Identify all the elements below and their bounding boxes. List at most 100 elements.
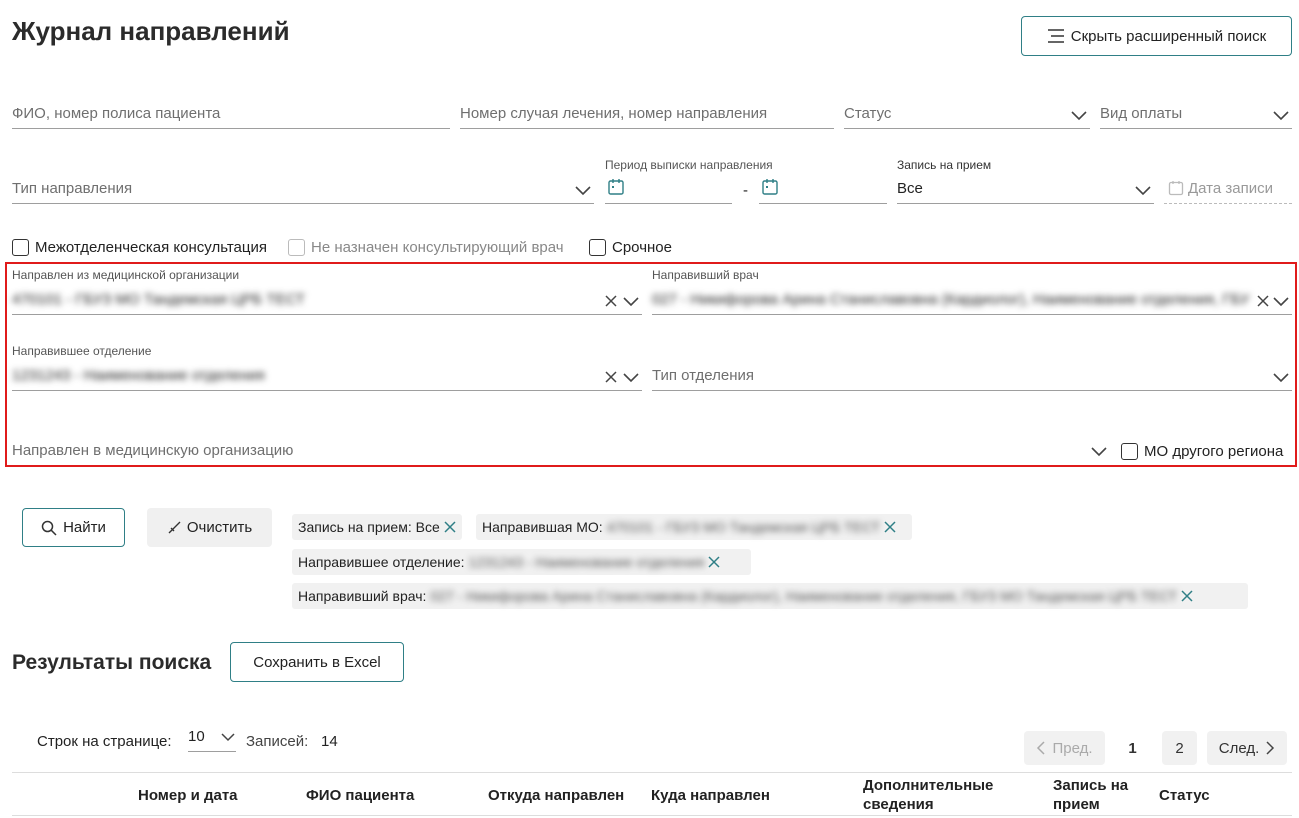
period-end-input[interactable]: [759, 176, 887, 204]
clear-label: Очистить: [186, 519, 253, 536]
case-number-input[interactable]: Номер случая лечения, номер направления: [460, 96, 834, 129]
chevron-down-icon[interactable]: [622, 294, 640, 308]
menu-icon: [1047, 29, 1064, 43]
search-icon: [41, 520, 57, 536]
appointment-date-input[interactable]: Дата записи: [1164, 176, 1292, 204]
page-1-button[interactable]: 1: [1115, 731, 1150, 765]
chip-label: Направившая МО:: [482, 519, 603, 535]
export-excel-button[interactable]: Сохранить в Excel: [230, 642, 404, 682]
chevron-down-icon: [575, 186, 591, 196]
records-label: Записей:: [246, 733, 309, 750]
appointment-value: Все: [897, 180, 923, 197]
appointment-select[interactable]: Все: [897, 176, 1154, 204]
from-org-value: 470101 - ГБУЗ МО Тандемская ЦРБ ТЕСТ: [12, 291, 306, 308]
close-icon[interactable]: [444, 521, 456, 533]
page-title: Журнал направлений: [12, 16, 290, 46]
column-header-number-date[interactable]: Номер и дата: [138, 787, 238, 804]
to-org-select[interactable]: Направлен в медицинскую организацию: [12, 434, 1110, 464]
patient-search-placeholder: ФИО, номер полиса пациента: [12, 105, 221, 122]
from-dept-select[interactable]: Направившее отделение 1231243 - Наименов…: [12, 344, 642, 391]
filter-chip-doctor: Направивший врач: 027 - Никифорова Арина…: [292, 583, 1248, 609]
checkbox-box[interactable]: [1121, 443, 1138, 460]
period-start-input[interactable]: [605, 176, 732, 204]
direction-type-select[interactable]: Тип направления: [12, 170, 594, 204]
close-icon[interactable]: [708, 556, 720, 568]
payment-type-placeholder: Вид оплаты: [1100, 105, 1183, 122]
from-dept-value: 1231243 - Наименование отделения: [12, 367, 265, 384]
chevron-left-icon: [1037, 741, 1045, 755]
column-header-additional[interactable]: Дополнительные сведения: [863, 776, 1013, 814]
column-header-patient[interactable]: ФИО пациента: [306, 787, 414, 804]
find-button[interactable]: Найти: [22, 508, 125, 547]
close-icon[interactable]: [1181, 590, 1193, 602]
prev-page-button[interactable]: Пред.: [1024, 731, 1105, 765]
clear-button[interactable]: Очистить: [147, 508, 272, 547]
next-page-button[interactable]: След.: [1207, 731, 1287, 765]
column-header-status[interactable]: Статус: [1159, 787, 1210, 804]
patient-search-input[interactable]: ФИО, номер полиса пациента: [12, 96, 450, 129]
from-org-select[interactable]: Направлен из медицинской организации 470…: [12, 268, 642, 315]
doctor-label: Направивший врач: [652, 268, 759, 282]
chevron-down-icon[interactable]: [1272, 294, 1290, 308]
no-doctor-label: Не назначен консультирующий врач: [311, 239, 564, 256]
toggle-advanced-search-label: Скрыть расширенный поиск: [1070, 27, 1267, 45]
payment-type-select[interactable]: Вид оплаты: [1100, 96, 1292, 129]
other-region-checkbox[interactable]: МО другого региона: [1121, 443, 1283, 460]
from-dept-label: Направившее отделение: [12, 344, 152, 358]
close-icon[interactable]: [1256, 294, 1270, 308]
broom-icon: [168, 521, 181, 533]
checkbox-box[interactable]: [288, 239, 305, 256]
column-header-appointment[interactable]: Запись на прием: [1053, 776, 1153, 814]
column-header-from[interactable]: Откуда направлен: [488, 787, 624, 804]
checkbox-box[interactable]: [589, 239, 606, 256]
checkbox-box[interactable]: [12, 239, 29, 256]
period-label: Период выписки направления: [605, 158, 773, 172]
chip-label: Запись на прием: Все: [298, 519, 440, 535]
calendar-icon: [1168, 181, 1184, 196]
doctor-value: 027 - Никифорова Арина Станиславовна (Ка…: [652, 291, 1250, 308]
other-region-label: МО другого региона: [1144, 443, 1284, 460]
filter-chip-from-org: Направившая МО: 470101 - ГБУЗ МО Тандемс…: [476, 514, 912, 540]
close-icon[interactable]: [604, 294, 618, 308]
from-org-label: Направлен из медицинской организации: [12, 268, 240, 282]
page-number: 2: [1175, 739, 1184, 757]
prev-page-label: Пред.: [1052, 739, 1093, 757]
rows-per-page-select[interactable]: 10: [188, 726, 236, 752]
calendar-icon[interactable]: [607, 178, 625, 196]
export-excel-label: Сохранить в Excel: [253, 653, 381, 671]
chevron-down-icon: [1135, 186, 1151, 196]
chevron-down-icon: [1071, 111, 1087, 121]
chevron-down-icon[interactable]: [1272, 370, 1290, 384]
close-icon[interactable]: [884, 521, 896, 533]
close-icon[interactable]: [604, 370, 618, 384]
column-header-to[interactable]: Куда направлен: [651, 787, 770, 804]
table-divider: [12, 815, 1292, 816]
rows-per-page-label: Строк на странице:: [37, 733, 172, 750]
chip-value: 470101 - ГБУЗ МО Тандемская ЦРБ ТЕСТ: [606, 519, 881, 535]
page-2-button[interactable]: 2: [1162, 731, 1197, 765]
urgent-checkbox[interactable]: Срочное: [589, 239, 672, 256]
chevron-down-icon: [221, 733, 235, 742]
status-select[interactable]: Статус: [844, 96, 1090, 129]
chip-value: 1231243 - Наименование отделения: [468, 554, 705, 570]
interdept-label: Межотделенческая консультация: [35, 239, 267, 256]
filter-chip-appointment: Запись на прием: Все: [292, 514, 462, 540]
appointment-date-placeholder: Дата записи: [1188, 180, 1273, 197]
page-number: 1: [1128, 739, 1137, 757]
dept-type-placeholder: Тип отделения: [652, 367, 755, 384]
chevron-right-icon: [1266, 741, 1275, 755]
no-doctor-checkbox[interactable]: Не назначен консультирующий врач: [288, 239, 564, 256]
to-org-placeholder: Направлен в медицинскую организацию: [12, 442, 294, 459]
dept-type-select[interactable]: Тип отделения: [652, 358, 1292, 391]
direction-type-placeholder: Тип направления: [12, 180, 133, 197]
doctor-select[interactable]: Направивший врач 027 - Никифорова Арина …: [652, 268, 1292, 315]
chevron-down-icon[interactable]: [622, 370, 640, 384]
calendar-icon[interactable]: [761, 178, 779, 196]
table-divider: [12, 772, 1292, 773]
toggle-advanced-search-button[interactable]: Скрыть расширенный поиск: [1021, 16, 1292, 56]
urgent-label: Срочное: [612, 239, 672, 256]
interdept-checkbox[interactable]: Межотделенческая консультация: [12, 239, 267, 256]
results-title: Результаты поиска: [12, 651, 212, 674]
chevron-down-icon[interactable]: [1090, 444, 1108, 458]
chevron-down-icon: [1273, 111, 1289, 121]
